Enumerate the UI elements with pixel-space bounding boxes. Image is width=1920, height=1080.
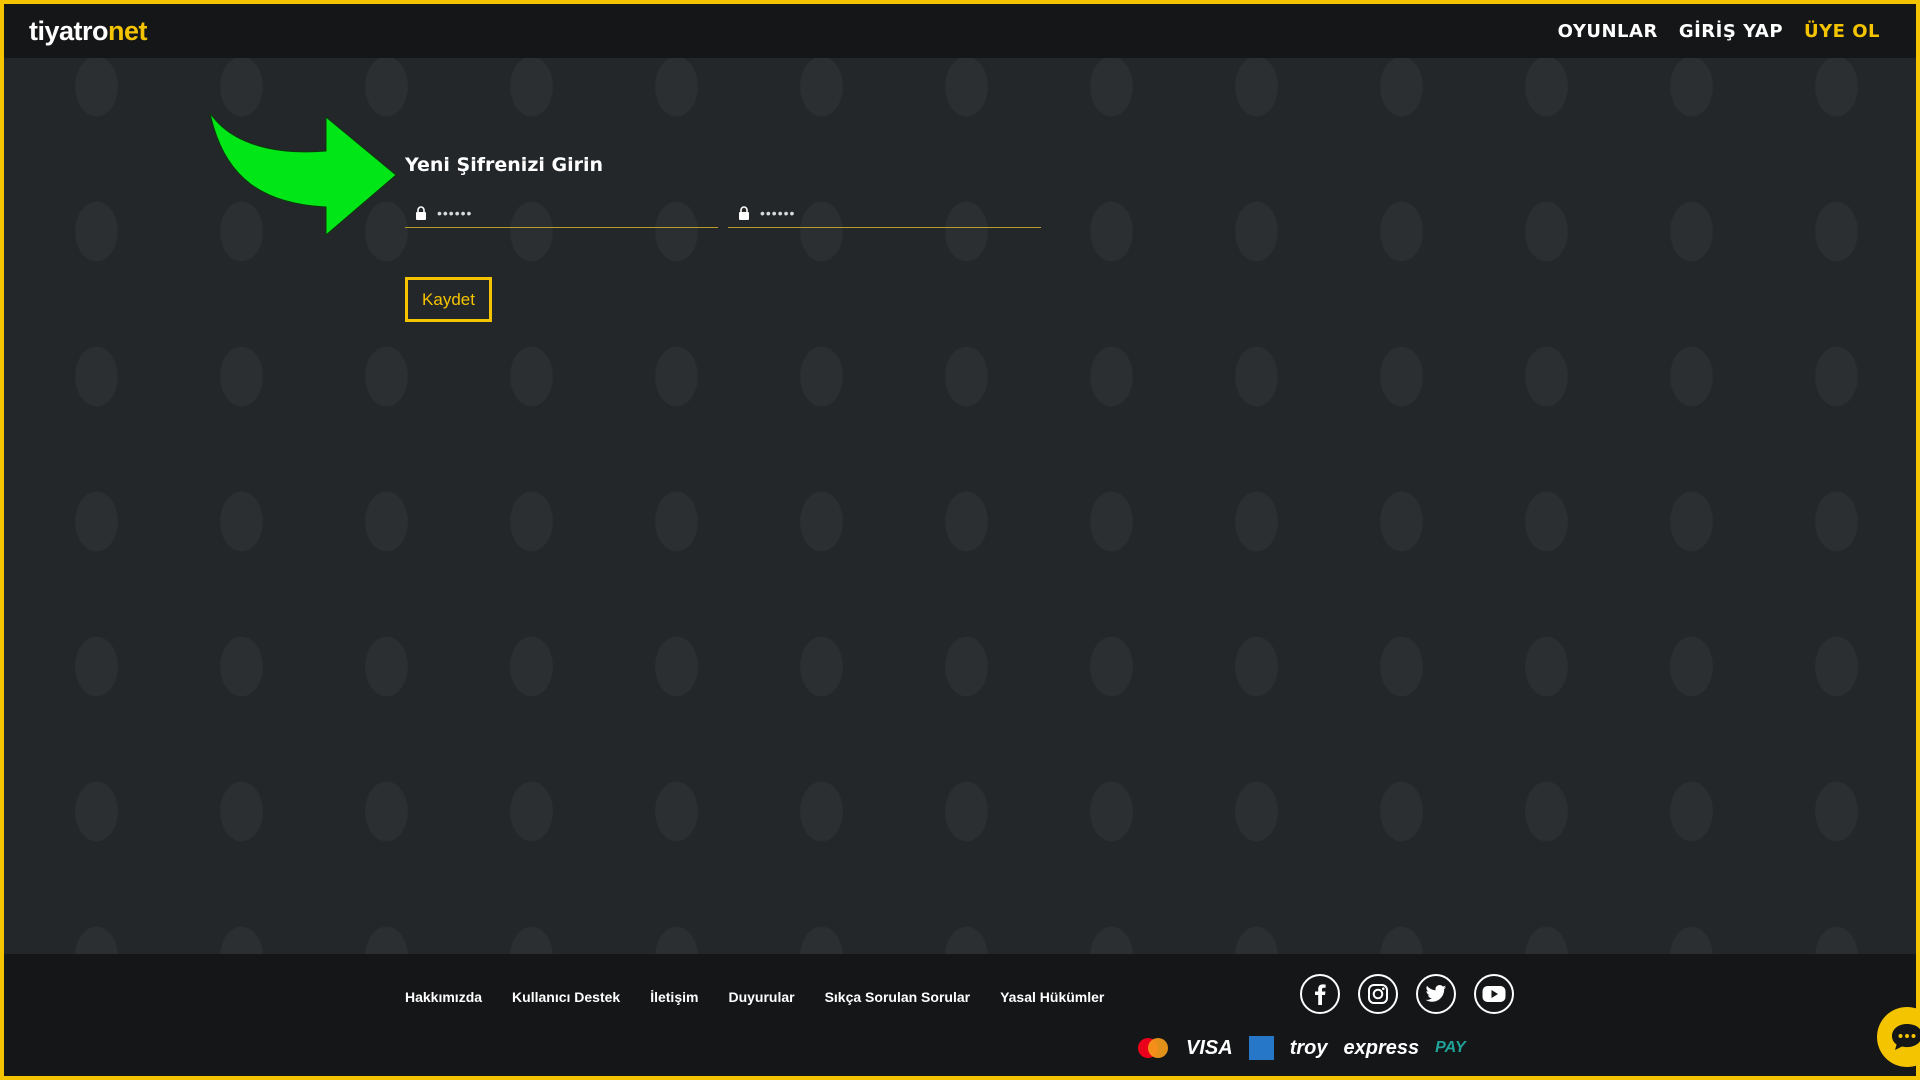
save-button[interactable]: Kaydet	[405, 277, 492, 322]
footer-link-contact[interactable]: İletişim	[650, 989, 698, 1005]
twitter-icon[interactable]	[1416, 974, 1456, 1014]
nav-plays-link[interactable]: OYUNLAR	[1558, 21, 1658, 42]
lock-icon	[416, 205, 426, 220]
top-bar: tiyatronet OYUNLAR GİRİŞ YAP ÜYE OL	[4, 4, 1916, 58]
footer-link-about[interactable]: Hakkımızda	[405, 989, 482, 1005]
nav-signup-link[interactable]: ÜYE OL	[1804, 21, 1880, 42]
confirm-password-field	[728, 198, 1041, 228]
logo-accent-text: net	[108, 15, 148, 46]
footer: Hakkımızda Kullanıcı Destek İletişim Duy…	[4, 954, 1916, 1076]
green-arrow-icon	[209, 112, 397, 237]
youtube-icon[interactable]	[1474, 974, 1514, 1014]
footer-link-legal[interactable]: Yasal Hükümler	[1000, 989, 1104, 1005]
reset-password-form: Yeni Şifrenizi Girin Kaydet	[405, 154, 1045, 322]
footer-link-support[interactable]: Kullanıcı Destek	[512, 989, 620, 1005]
instagram-icon[interactable]	[1358, 974, 1398, 1014]
express-logo: express	[1343, 1036, 1420, 1059]
chat-bubble-icon	[1892, 1024, 1920, 1050]
nav-login-link[interactable]: GİRİŞ YAP	[1679, 21, 1783, 42]
paypass-logo: PAY	[1435, 1039, 1466, 1056]
footer-link-announcements[interactable]: Duyurular	[728, 989, 794, 1005]
visa-logo: VISA	[1186, 1036, 1233, 1059]
main-nav: OYUNLAR GİRİŞ YAP ÜYE OL	[1558, 21, 1880, 42]
footer-link-faq[interactable]: Sıkça Sorulan Sorular	[825, 989, 971, 1005]
footer-links: Hakkımızda Kullanıcı Destek İletişim Duy…	[405, 989, 1104, 1005]
new-password-input[interactable]	[437, 204, 707, 221]
logo-main-text: tiyatro	[29, 15, 109, 46]
facebook-icon[interactable]	[1300, 974, 1340, 1014]
payment-logos: VISA troy express PAY	[1136, 1036, 1466, 1060]
password-fields	[405, 198, 1045, 228]
new-password-field	[405, 198, 718, 228]
lock-icon	[739, 205, 749, 220]
troy-logo: troy	[1289, 1036, 1328, 1059]
form-title: Yeni Şifrenizi Girin	[405, 154, 604, 176]
confirm-password-input[interactable]	[760, 204, 1030, 221]
page-frame: tiyatronet OYUNLAR GİRİŞ YAP ÜYE OL Yeni…	[4, 4, 1916, 1076]
site-logo[interactable]: tiyatronet	[29, 15, 148, 47]
amex-icon	[1248, 1036, 1274, 1060]
social-links	[1300, 974, 1514, 1014]
mastercard-icon	[1138, 1038, 1168, 1058]
